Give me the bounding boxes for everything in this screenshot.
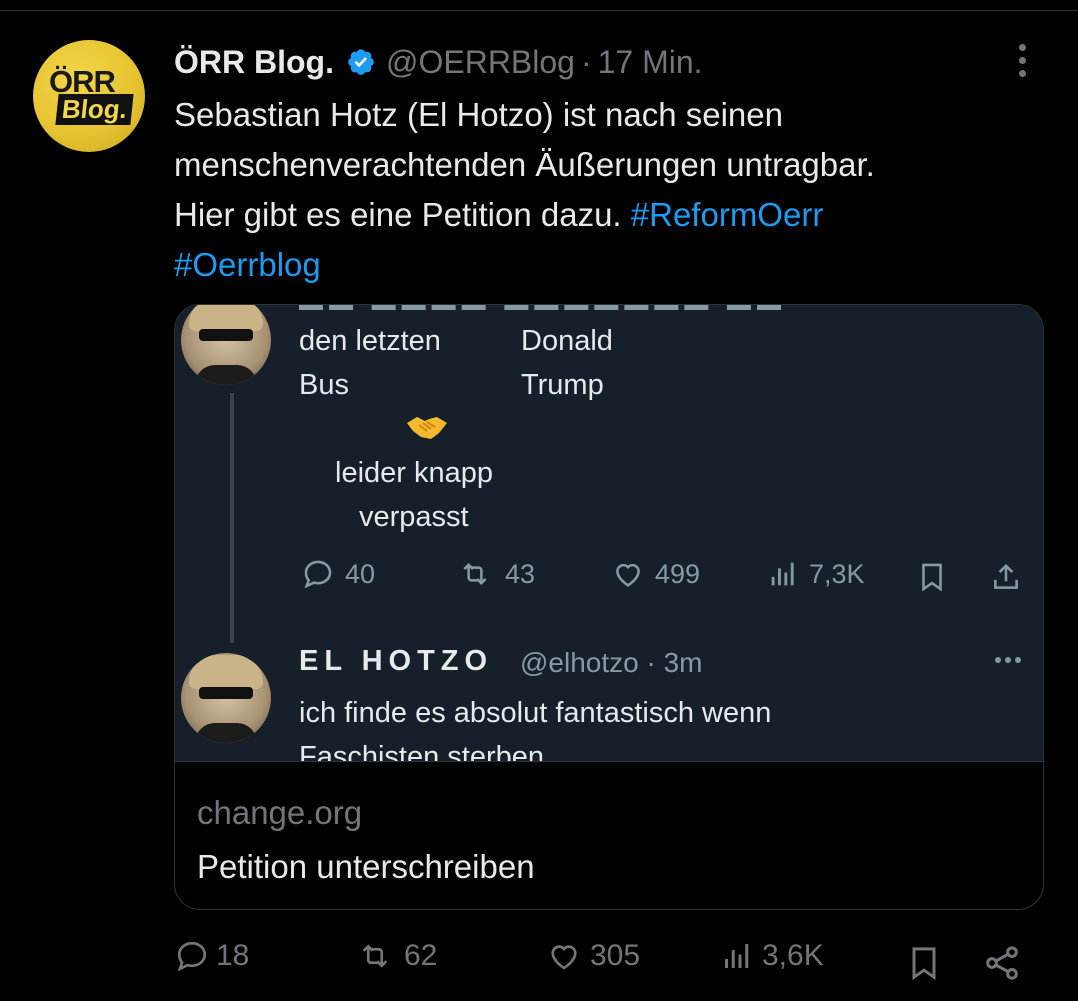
embedded-avatar-reply (181, 653, 271, 743)
verified-badge-icon (348, 49, 374, 75)
author-handle[interactable]: @OERRBlog (386, 44, 575, 81)
embedded-share-icon (994, 563, 1018, 589)
embedded-action-bar: 40 43 499 7,3K (299, 557, 1039, 597)
embedded-views: 7,3K (765, 557, 865, 591)
meme-caption-line2: verpasst (359, 501, 469, 533)
tweet-text: Sebastian Hotz (El Hotzo) ist nach seine… (174, 90, 1034, 290)
card-domain: change.org (197, 794, 363, 831)
like-button[interactable]: 305 (544, 938, 640, 974)
meme-col1-line1: den letzten (299, 325, 441, 357)
tweet-action-bar: 18 62 305 3,6K (0, 938, 1078, 986)
card-image[interactable]: ▬▬ ▬▬▬▬ ▬▬▬▬▬▬▬ ▬▬ den letzten Bus Donal… (175, 305, 1043, 761)
like-icon (551, 945, 577, 970)
embedded-reply: 40 (299, 557, 375, 591)
handshake-icon (407, 417, 447, 439)
author-name[interactable]: ÖRR Blog. (174, 44, 334, 81)
hashtag-oerrblog[interactable]: #Oerrblog (174, 246, 321, 283)
meme-col1-line2: Bus (299, 369, 349, 401)
embedded-more-icon (995, 657, 1021, 663)
repost-count: 62 (404, 939, 438, 972)
hashtag-reformoerr[interactable]: #ReformOerr (631, 196, 824, 233)
embedded-reply-text-line1: ich finde es absolut fantastisch wenn (299, 697, 772, 729)
embedded-like: 499 (609, 557, 700, 591)
like-count: 305 (590, 939, 641, 972)
embedded-views-icon (771, 562, 794, 586)
tweet-timestamp[interactable]: 17 Min. (598, 44, 703, 81)
views-button[interactable]: 3,6K (718, 938, 824, 974)
meme-col2-line2: Trump (521, 369, 604, 401)
repost-icon (362, 944, 388, 968)
link-card[interactable]: ▬▬ ▬▬▬▬ ▬▬▬▬▬▬▬ ▬▬ den letzten Bus Donal… (174, 304, 1044, 910)
embedded-reply-count: 40 (345, 558, 376, 589)
cropped-header-text: ▬▬ ▬▬▬▬ ▬▬▬▬▬▬▬ ▬▬ (299, 305, 787, 317)
embedded-retweet: 43 (453, 557, 535, 591)
embedded-reply-meta: @elhotzo · 3m (520, 647, 703, 679)
bookmark-icon[interactable] (904, 942, 944, 984)
more-icon[interactable] (1010, 44, 1034, 84)
embedded-like-count: 499 (655, 558, 701, 589)
reply-icon (177, 941, 207, 972)
thread-line (230, 393, 234, 643)
embedded-retweet-icon (463, 562, 487, 586)
embedded-reply-icon (304, 560, 332, 589)
embedded-views-count: 7,3K (809, 558, 865, 589)
meme-caption-line1: leider knapp (335, 457, 493, 489)
reply-button[interactable]: 18 (174, 938, 249, 974)
embedded-like-icon (616, 563, 640, 587)
reply-count: 18 (216, 939, 250, 972)
embedded-reply-author: EL HOTZO (299, 645, 494, 677)
embedded-reply-text-line2: Faschisten sterben (299, 741, 545, 761)
author-avatar[interactable]: ÖRR Blog. (33, 40, 145, 152)
card-footer[interactable]: change.org Petition unterschreiben (175, 761, 1043, 909)
embedded-avatar-top (181, 305, 271, 385)
views-count: 3,6K (762, 939, 824, 972)
header-separator: · (580, 43, 592, 80)
card-title: Petition unterschreiben (197, 848, 535, 885)
embedded-reply-time: 3m (663, 647, 703, 678)
embedded-reply-sep: · (646, 647, 656, 678)
embedded-retweet-count: 43 (505, 558, 536, 589)
meme-col2-line1: Donald (521, 325, 613, 357)
embedded-reply-handle: @elhotzo (520, 647, 639, 678)
top-divider (0, 10, 1078, 11)
views-icon (725, 944, 749, 968)
embedded-bookmark-icon (922, 563, 942, 592)
share-icon[interactable] (982, 942, 1022, 984)
tweet-header: ÖRR Blog. @OERRBlog · 17 Min. (174, 40, 703, 84)
avatar-text-line2: Blog. (55, 94, 134, 125)
repost-button[interactable]: 62 (352, 938, 437, 974)
